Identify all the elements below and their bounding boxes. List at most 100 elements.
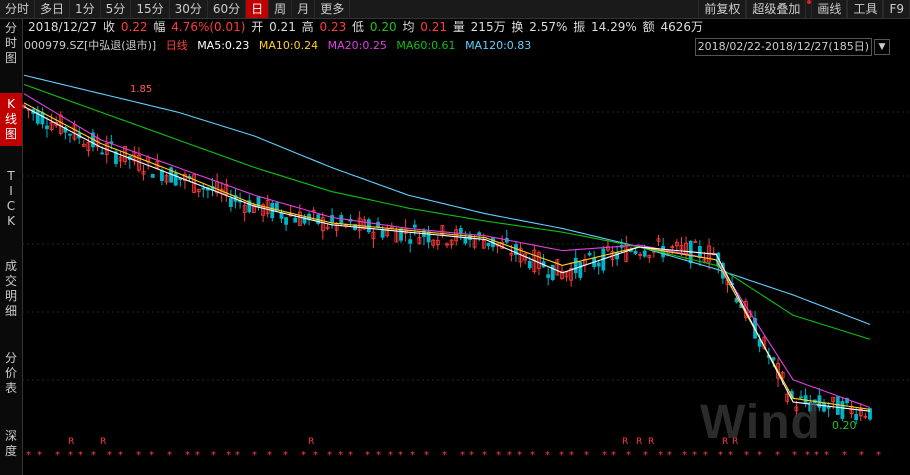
low-annotation: 0.20 <box>832 419 857 432</box>
ma60-value: MA60:0.61 <box>396 39 456 52</box>
open-value: 0.21 <box>269 20 296 34</box>
quote-bar: 2018/12/27 收 0.22 幅 4.76%(0.01) 开 0.21 高… <box>28 18 705 36</box>
candle-body <box>463 237 468 244</box>
star-mark: * <box>775 450 780 461</box>
star-mark: * <box>876 450 881 461</box>
star-mark: * <box>365 450 370 461</box>
candle-body <box>840 401 845 419</box>
star-mark: * <box>91 450 96 461</box>
toolbar-right-item-2[interactable]: 画线 <box>811 0 848 18</box>
sidebar-tab-char: 时 <box>4 36 17 50</box>
star-mark: * <box>267 450 272 461</box>
star-mark: * <box>107 450 112 461</box>
candle-body <box>771 357 776 361</box>
candle-body <box>40 112 45 125</box>
candle-body <box>399 228 403 241</box>
candle-body <box>573 257 578 274</box>
ma120-value: MA120:0.83 <box>465 39 532 52</box>
ma10-value: MA10:0.24 <box>258 39 319 52</box>
toolbar-right-item-0[interactable]: 前复权 <box>698 0 747 18</box>
period-tab-1[interactable]: 多日 <box>35 0 71 18</box>
star-mark: * <box>167 450 172 461</box>
star-mark: * <box>327 450 332 461</box>
avg-value: 0.21 <box>420 20 447 34</box>
period-tab-8[interactable]: 周 <box>269 0 293 18</box>
ma5-value: MA5:0.23 <box>197 39 250 52</box>
sidebar-tab-4[interactable]: 分价表 <box>0 351 22 396</box>
star-mark: * <box>718 450 723 461</box>
candle-body <box>587 252 592 256</box>
period-toolbar: 分时 多日 1分 5分 15分 30分 60分日周月更多 前复权 超级叠加 画线 工具 F9 <box>0 0 910 19</box>
high-label: 高 <box>301 20 314 34</box>
star-mark: * <box>569 450 574 461</box>
period-tab-7[interactable]: 日 <box>246 0 270 18</box>
star-mark: * <box>530 450 535 461</box>
change-label: 幅 <box>153 20 166 34</box>
candle-body <box>822 402 826 412</box>
sidebar-tab-1[interactable]: K线图 <box>0 93 22 146</box>
candle-body <box>697 246 702 259</box>
toolbar-right-item-1[interactable]: 超级叠加 <box>746 0 807 18</box>
candle-body <box>284 217 288 225</box>
toolbar-right-group: 前复权 超级叠加 画线 工具 F9 <box>698 0 910 18</box>
period-tab-2[interactable]: 1分 <box>70 0 101 18</box>
toolbar-right-item-3[interactable]: 工具 <box>847 0 884 18</box>
r-mark: R <box>308 437 314 447</box>
star-mark: * <box>602 450 607 461</box>
sidebar-tab-5[interactable]: 深度 <box>0 429 22 459</box>
sidebar-tab-char: I <box>9 184 13 198</box>
star-mark: * <box>703 450 708 461</box>
star-mark: * <box>388 450 393 461</box>
candle-body <box>596 262 601 267</box>
star-mark: * <box>252 450 257 461</box>
star-mark: * <box>185 450 190 461</box>
sidebar-tab-char: 明 <box>4 289 17 303</box>
r-mark: R <box>68 437 74 447</box>
ma20-value: MA20:0.25 <box>327 39 387 52</box>
star-mark: * <box>283 450 288 461</box>
sidebar-tab-char: 分 <box>4 21 17 35</box>
sidebar-tab-0[interactable]: 分时图 <box>0 21 22 66</box>
star-mark: * <box>460 450 465 461</box>
toolbar-right-item-4[interactable]: F9 <box>883 0 910 18</box>
ma-legend: 000979.SZ[中弘退(退市)] 日线 MA5:0.23 MA10:0.24… <box>24 38 537 54</box>
range-dropdown-icon[interactable]: ▼ <box>874 39 890 55</box>
sidebar-tab-char: K <box>7 214 15 228</box>
period-tab-9[interactable]: 月 <box>292 0 316 18</box>
star-mark: * <box>814 450 819 461</box>
period-tab-10[interactable]: 更多 <box>315 0 351 18</box>
candle-body <box>633 250 638 255</box>
wind-watermark: Wind <box>700 396 821 449</box>
star-mark: * <box>611 450 616 461</box>
star-mark: * <box>338 450 343 461</box>
r-mark: R <box>636 437 642 447</box>
sidebar-tab-3[interactable]: 成交明细 <box>0 259 22 319</box>
star-mark: * <box>859 450 864 461</box>
ma-line-ma10 <box>23 102 871 410</box>
star-mark: * <box>559 450 564 461</box>
sidebar-tab-char: 细 <box>4 304 17 318</box>
star-mark: * <box>68 450 73 461</box>
sidebar-tab-char: 深 <box>4 429 17 443</box>
star-mark: * <box>728 450 733 461</box>
ma-line-ma20 <box>23 93 871 409</box>
amount-label: 额 <box>642 20 655 34</box>
period-tab-4[interactable]: 15分 <box>131 0 170 18</box>
period-tab-0[interactable]: 分时 <box>0 0 36 18</box>
star-mark: * <box>301 450 306 461</box>
period-tab-3[interactable]: 5分 <box>101 0 132 18</box>
star-mark: * <box>211 450 216 461</box>
amplitude-label: 振 <box>573 20 586 34</box>
sidebar-tab-2[interactable]: TICK <box>0 169 22 229</box>
star-mark: * <box>26 450 31 461</box>
sidebar-tab-char: 价 <box>4 366 17 380</box>
star-mark: * <box>313 450 318 461</box>
star-mark: * <box>410 450 415 461</box>
period-tab-6[interactable]: 60分 <box>208 0 247 18</box>
star-mark: * <box>235 450 240 461</box>
date-range[interactable]: 2018/02/22-2018/12/27(185日) <box>694 38 872 56</box>
ma-line-ma120 <box>23 74 871 325</box>
period-tab-5[interactable]: 30分 <box>170 0 208 18</box>
star-mark: * <box>584 450 589 461</box>
ma-line-ma5 <box>23 106 871 412</box>
